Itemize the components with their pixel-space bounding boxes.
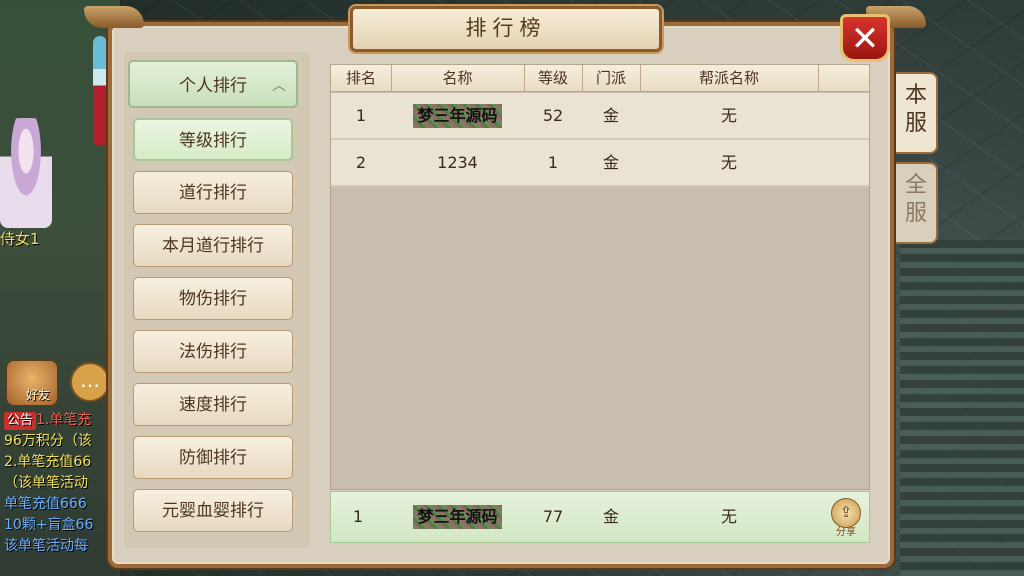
- cell-level: 52: [542, 106, 564, 125]
- panel-corner-ornament: [84, 6, 144, 28]
- chat-line: 96万积分（该: [4, 433, 92, 449]
- menu-item-daoxing-ranking[interactable]: 道行排行: [133, 171, 293, 214]
- menu-item-physical-damage-ranking[interactable]: 物伤排行: [133, 277, 293, 320]
- cell-name: 1234: [437, 153, 478, 172]
- cell-guild: 无: [720, 507, 737, 526]
- tab-this-server[interactable]: 本 服: [896, 72, 938, 154]
- chat-line: 2.单笔充值66: [4, 454, 92, 470]
- share-label: 分享: [836, 527, 856, 538]
- npc-avatar[interactable]: [0, 118, 52, 228]
- column-header-rank: 排名: [331, 65, 392, 91]
- cell-school: 金: [602, 507, 619, 526]
- column-header-level: 等级: [524, 65, 583, 91]
- tab-label-char: 本: [904, 83, 927, 108]
- column-header-school: 门派: [582, 65, 641, 91]
- chat-line: （该单笔活动: [4, 475, 88, 491]
- column-header-name: 名称: [391, 65, 525, 91]
- chat-line: 公告 1.单笔充: [4, 410, 112, 431]
- chat-line: 单笔充值666: [4, 496, 87, 512]
- masked-name: 梦三年源码: [413, 505, 502, 529]
- friends-button[interactable]: 好友: [6, 360, 58, 406]
- chat-line: 10颗+盲盒66: [4, 517, 94, 533]
- menu-group-label: 个人排行: [179, 76, 247, 96]
- background-stairs: [900, 240, 1024, 576]
- cell-rank: 1: [355, 106, 367, 125]
- tab-label-char: 全: [904, 173, 927, 198]
- menu-item-speed-ranking[interactable]: 速度排行: [133, 383, 293, 426]
- chevron-up-icon: ︿: [272, 78, 286, 94]
- table-row[interactable]: 1 梦三年源码 52 金 无: [331, 93, 869, 140]
- cell-rank: 1: [352, 507, 364, 526]
- close-button[interactable]: ✕: [840, 14, 890, 62]
- chat-line: 该单笔活动每: [4, 538, 88, 554]
- npc-name-label: 侍女1: [0, 230, 40, 248]
- chat-log: 公告 1.单笔充 96万积分（该 2.单笔充值66 （该单笔活动 单笔充值666 …: [4, 410, 112, 576]
- table-header: 排名 名称 等级 门派 帮派名称: [331, 65, 869, 92]
- friends-label: 好友: [25, 388, 50, 402]
- cell-school: 金: [602, 106, 619, 125]
- menu-group-personal[interactable]: 个人排行 ︿: [128, 60, 298, 108]
- tab-label-char: 服: [904, 111, 927, 136]
- cell-level: 1: [547, 153, 559, 172]
- share-icon: ⇪: [831, 498, 861, 528]
- ranking-menu: 个人排行 ︿ 等级排行 道行排行 本月道行排行 物伤排行 法伤排行 速度排行 防…: [124, 52, 310, 548]
- share-button[interactable]: ⇪ 分享: [831, 498, 861, 538]
- tab-all-servers[interactable]: 全 服: [896, 162, 938, 244]
- cell-guild: 无: [720, 106, 737, 125]
- column-header-guild: 帮派名称: [640, 65, 819, 91]
- cell-rank: 2: [355, 153, 367, 172]
- cell-level: 77: [542, 507, 564, 526]
- cell-school: 金: [602, 153, 619, 172]
- menu-item-monthly-daoxing-ranking[interactable]: 本月道行排行: [133, 224, 293, 267]
- menu-item-magic-damage-ranking[interactable]: 法伤排行: [133, 330, 293, 373]
- panel-title: 排行榜: [350, 6, 662, 52]
- cell-name: 梦三年源码: [385, 492, 530, 542]
- masked-name: 梦三年源码: [413, 104, 502, 128]
- cell-guild: 无: [720, 153, 737, 172]
- menu-item-defense-ranking[interactable]: 防御排行: [133, 436, 293, 479]
- tab-label-char: 服: [904, 201, 927, 226]
- hanging-ornament-icon: [93, 36, 107, 146]
- announcement-tag: 公告: [4, 412, 37, 430]
- menu-item-level-ranking[interactable]: 等级排行: [133, 118, 293, 161]
- table-row[interactable]: 2 1234 1 金 无: [331, 140, 869, 187]
- my-ranking-row: 1 梦三年源码 77 金 无 ⇪ 分享: [330, 491, 870, 543]
- ranking-table: 排名 名称 等级 门派 帮派名称 1 梦三年源码 52 金 无 2 1234 1…: [330, 64, 870, 490]
- menu-item-yuanying-ranking[interactable]: 元婴血婴排行: [133, 489, 293, 532]
- chat-bubble-icon[interactable]: …: [70, 362, 110, 402]
- cell-name: 梦三年源码: [391, 93, 524, 138]
